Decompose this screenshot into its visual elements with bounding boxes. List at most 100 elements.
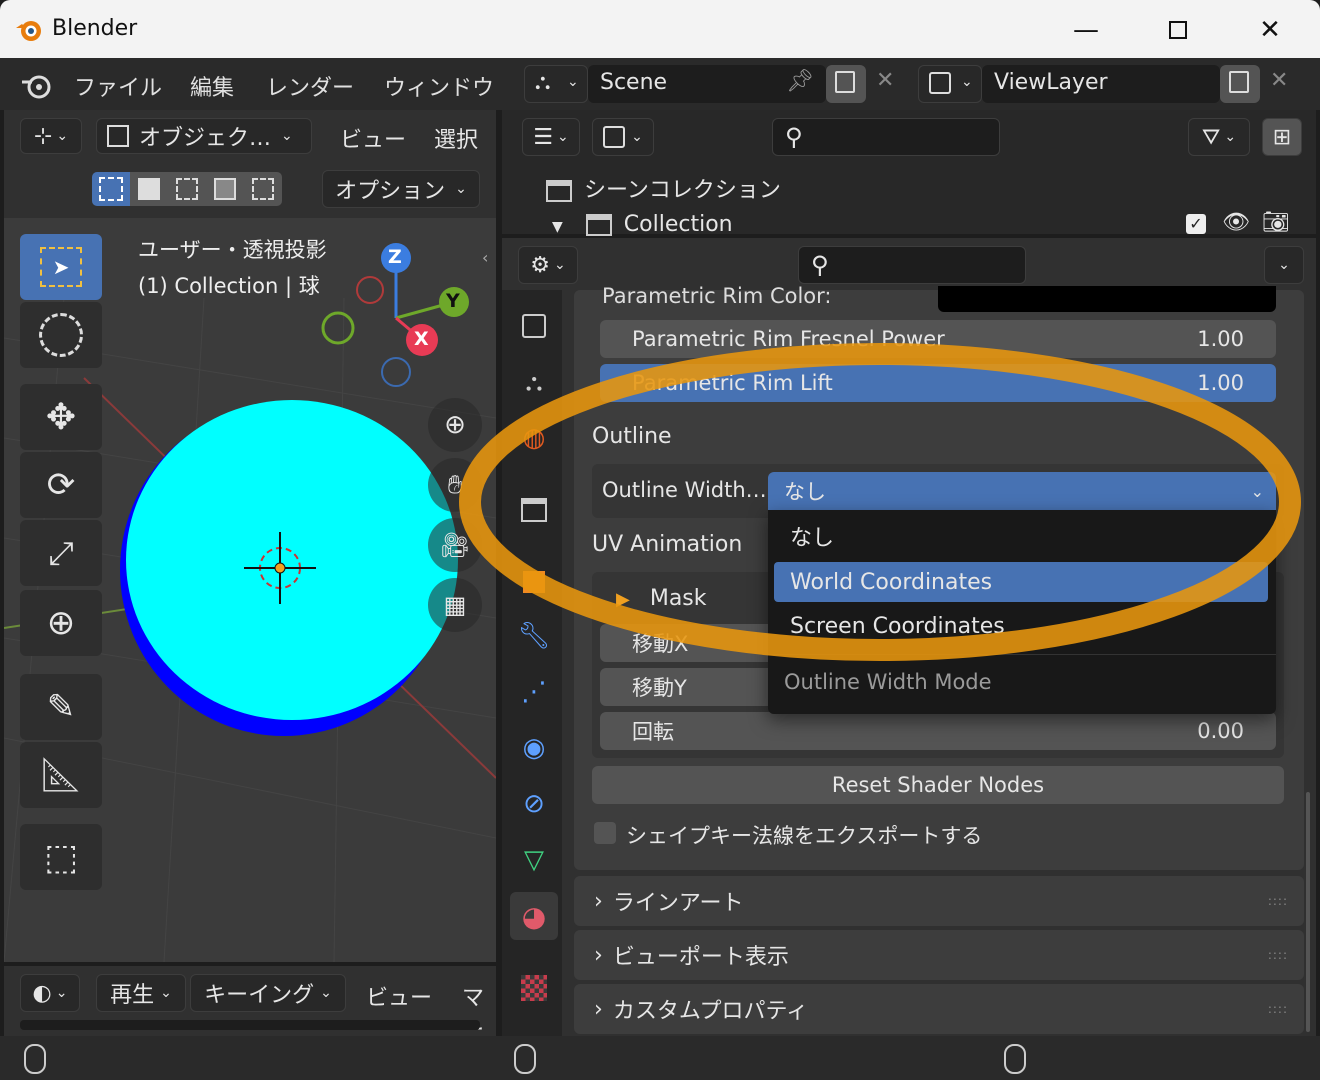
outliner-icon: ☰ <box>533 124 553 150</box>
eye-icon[interactable]: 👁︎ <box>1222 210 1250 235</box>
minimize-button[interactable]: — <box>1046 8 1126 52</box>
menu-file[interactable]: ファイル <box>74 70 162 102</box>
gizmo-z-label: Z <box>388 246 402 268</box>
3d-viewport[interactable]: ユーザー・透視投影 (1) Collection | 球 Z Y X ‹ ⊕ ✋… <box>4 218 496 962</box>
particles-icon: ⋰ <box>521 677 547 707</box>
outliner-search-input[interactable]: ⚲ <box>772 118 1000 156</box>
mouse-left-icon <box>24 1044 46 1074</box>
tab-particles[interactable]: ⋰ <box>510 668 558 716</box>
gizmo-y-label: Y <box>446 290 460 312</box>
menu-edit[interactable]: 編集 <box>190 70 234 102</box>
expand-arrow-icon[interactable]: ▼ <box>552 219 563 235</box>
object-mode-icon <box>107 125 129 147</box>
select-new-button[interactable] <box>92 172 130 206</box>
scene-browse-button[interactable]: ⛬ ⌄ <box>524 65 588 103</box>
mode-selector[interactable]: オブジェク… ⌄ <box>96 118 312 154</box>
rotation-field[interactable]: 回転 0.00 <box>600 712 1276 750</box>
panel-viewport-display[interactable]: › ビューポート表示:::: <box>574 930 1304 980</box>
tab-constraints[interactable]: ⊘ <box>510 780 558 828</box>
viewlayer-name-field[interactable]: ViewLayer <box>982 65 1220 103</box>
measure-tool[interactable]: 📐︎ <box>20 742 102 808</box>
playback-menu[interactable]: 再生 ⌄ <box>96 974 186 1012</box>
physics-icon: ◉ <box>522 733 546 763</box>
delete-viewlayer-button[interactable]: ✕ <box>1270 68 1288 93</box>
editor-type-button[interactable]: ⊹ ⌄ <box>20 118 82 154</box>
select-mode-group <box>92 172 282 206</box>
annotate-tool[interactable]: ✎ <box>20 674 102 740</box>
close-button[interactable]: ✕ <box>1230 8 1310 52</box>
viewport-header: ⊹ ⌄ オブジェク… ⌄ ビュー 選択 オプション ⌄ <box>4 110 496 218</box>
cursor-icon <box>39 313 83 357</box>
transform-tool[interactable]: ⊕ <box>20 590 102 656</box>
options-label: オプション <box>335 179 446 204</box>
exclude-checkbox[interactable]: ✓ <box>1186 214 1206 234</box>
sphere-object[interactable] <box>126 400 458 720</box>
rotation-label: 回転 <box>632 720 674 744</box>
scene-name-field[interactable]: Scene 📌︎ <box>588 65 826 103</box>
rotation-value: 0.00 <box>1197 719 1244 743</box>
panel-line-art[interactable]: › ラインアート:::: <box>574 876 1304 926</box>
select-extend-button[interactable] <box>130 172 168 206</box>
tab-data[interactable]: ▽ <box>510 836 558 884</box>
properties-editor-type-button[interactable]: ⚙ ⌄ <box>518 246 578 284</box>
outliner: ☰ ⌄ ⌄ ⚲ ⛛ ⌄ ⊞ シーンコレクション ▼ Collection ✓ 👁︎ … <box>502 110 1316 237</box>
pin-icon[interactable]: 📌︎ <box>786 69 814 94</box>
drag-handle-icon[interactable]: :::: <box>1268 948 1288 962</box>
properties-scrollbar[interactable] <box>1306 792 1310 1032</box>
reset-shader-nodes-button[interactable]: Reset Shader Nodes <box>592 766 1284 804</box>
properties-options-button[interactable]: ⌄ <box>1264 246 1304 284</box>
filter-icon: ⛛ <box>1201 124 1221 150</box>
scale-tool[interactable]: ⤢ <box>20 520 102 586</box>
blender-menu-icon[interactable] <box>20 70 54 100</box>
new-scene-button[interactable] <box>826 65 866 103</box>
timeline-view-menu[interactable]: ビュー <box>366 980 432 1012</box>
timeline-editor-type-button[interactable]: ◐ ⌄ <box>20 974 80 1012</box>
viewport-view-menu[interactable]: ビュー <box>340 122 406 154</box>
new-collection-button[interactable]: ⊞ <box>1262 118 1302 156</box>
playback-label: 再生 <box>110 983 155 1008</box>
camera-render-icon[interactable]: 📷︎ <box>1262 210 1290 235</box>
add-cube-icon: ⬚ <box>43 836 78 878</box>
viewport-select-menu[interactable]: 選択 <box>434 122 478 154</box>
tab-physics[interactable]: ◉ <box>510 724 558 772</box>
new-collection-icon: ⊞ <box>1272 124 1292 150</box>
sidebar-toggle-icon[interactable]: ‹ <box>482 248 488 267</box>
timeline-marker-menu[interactable]: マー <box>462 980 496 1044</box>
filter-button[interactable]: ⛛ ⌄ <box>1188 118 1250 156</box>
panel-custom-properties[interactable]: › カスタムプロパティ:::: <box>574 984 1304 1034</box>
duplicate-icon <box>835 71 855 93</box>
outliner-editor-type-button[interactable]: ☰ ⌄ <box>522 118 580 156</box>
timeline-scrubber[interactable] <box>20 1020 480 1030</box>
menu-window[interactable]: ウィンドウ <box>384 70 494 102</box>
select-invert-button[interactable] <box>206 172 244 206</box>
add-cube-tool[interactable]: ⬚ <box>20 824 102 890</box>
rim-color-swatch[interactable] <box>938 286 1276 312</box>
move-tool[interactable]: ✥ <box>20 384 102 450</box>
chevron-down-icon: ⌄ <box>554 257 566 273</box>
menu-render[interactable]: レンダー <box>266 70 354 102</box>
drag-handle-icon[interactable]: :::: <box>1268 1002 1288 1016</box>
tab-material[interactable]: ◕ <box>510 892 558 940</box>
properties-search-input[interactable]: ⚲ <box>798 246 1026 284</box>
delete-scene-button[interactable]: ✕ <box>876 68 894 93</box>
select-box-tool[interactable]: ➤ <box>20 234 102 300</box>
viewport-view-name: ユーザー・透視投影 <box>138 238 327 262</box>
maximize-button[interactable] <box>1138 8 1218 52</box>
rotate-tool[interactable]: ⟳ <box>20 452 102 518</box>
display-mode-button[interactable]: ⌄ <box>592 118 654 156</box>
select-intersect-button[interactable] <box>244 172 282 206</box>
select-new-icon <box>99 177 123 201</box>
new-viewlayer-button[interactable] <box>1220 65 1260 103</box>
options-dropdown[interactable]: オプション ⌄ <box>322 170 480 208</box>
tab-texture[interactable] <box>510 964 558 1012</box>
viewlayer-browse-button[interactable]: ⌄ <box>918 65 982 103</box>
move-y-field[interactable]: 移動Y <box>600 668 780 706</box>
cursor-tool[interactable] <box>20 302 102 368</box>
export-shapekey-checkbox[interactable] <box>594 822 616 844</box>
collection-row[interactable]: ▼ Collection <box>552 212 733 237</box>
drag-handle-icon[interactable]: :::: <box>1268 894 1288 908</box>
select-subtract-button[interactable] <box>168 172 206 206</box>
keying-menu[interactable]: キーイング ⌄ <box>190 974 346 1012</box>
scene-collection-row[interactable]: シーンコレクション <box>546 172 781 204</box>
scene-collection-label: シーンコレクション <box>584 178 781 203</box>
